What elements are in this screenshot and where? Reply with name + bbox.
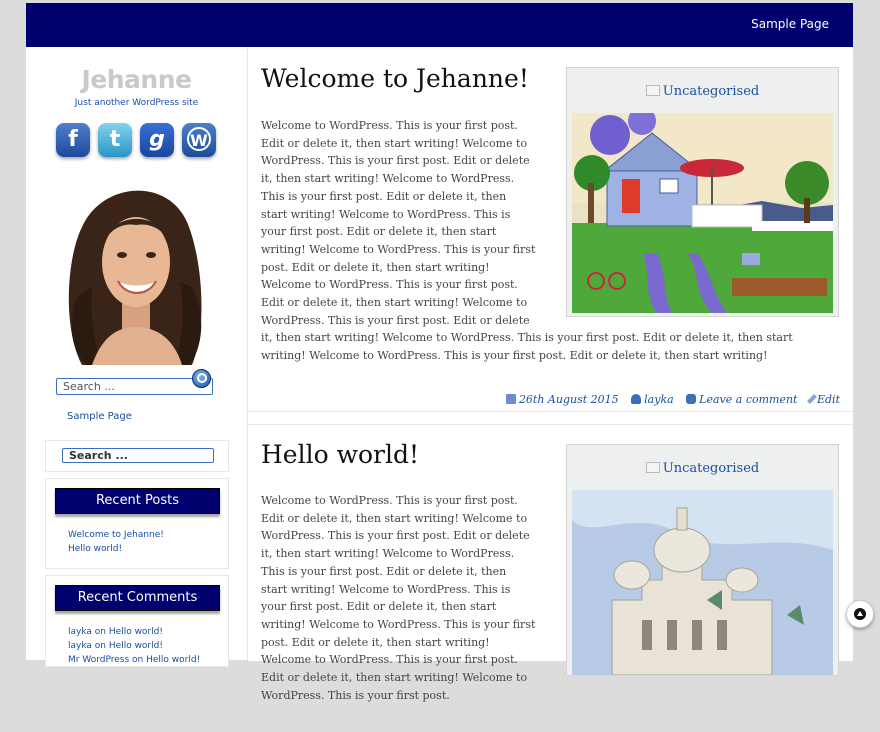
text-wrap-spacer [536,117,821,317]
comment-item: layka on Hello world! [68,625,200,639]
post-title[interactable]: Hello world! [261,440,419,469]
scroll-to-top-button[interactable] [846,600,874,628]
facebook-icon[interactable]: f [56,123,90,157]
leave-comment-link[interactable]: Leave a comment [699,393,797,406]
comment-on: on [132,655,144,665]
comment-on: on [94,627,107,637]
site-tagline: Just another WordPress site [74,98,199,108]
category-link[interactable]: Uncategorised [663,84,759,99]
post-date-link[interactable]: 26th August 2015 [519,393,619,406]
recent-post-link[interactable]: Hello world! [68,542,164,556]
google-plus-icon[interactable]: g [140,123,174,157]
comment-on: on [94,641,107,651]
sidebar-search-input[interactable]: Search ... [56,378,213,395]
pencil-icon [807,394,817,404]
comment-author-link[interactable]: Mr WordPress [68,655,129,665]
comment-post-link[interactable]: Hello world! [146,655,200,665]
post-article: Welcome to Jehanne! Uncategorised Welcom… [248,47,853,412]
category-label[interactable]: Uncategorised [567,84,838,99]
search-widget: Search ... [45,440,229,472]
calendar-icon [505,394,516,404]
wordpress-icon-letter: W [187,127,211,151]
comment-item: Mr WordPress on Hello world! [68,653,200,667]
widget-search-input[interactable]: Search ... [62,448,214,463]
recent-post-link[interactable]: Welcome to Jehanne! [68,528,164,542]
nav-link-sample-page[interactable]: Sample Page [751,17,829,31]
folder-icon [645,85,660,96]
user-icon [631,394,642,404]
recent-posts-widget: Recent Posts Welcome to Jehanne! Hello w… [45,478,229,569]
post-excerpt-text: Welcome to WordPress. This is your first… [261,494,536,702]
twitter-icon[interactable]: t [98,123,132,157]
post-article: Hello world! Uncategorised Welcome to Wo… [248,424,853,702]
site-title[interactable]: Jehanne [26,65,247,94]
top-navigation-bar: Sample Page [26,3,853,47]
category-label[interactable]: Uncategorised [567,461,838,476]
comment-item: layka on Hello world! [68,639,200,653]
recent-comments-widget: Recent Comments layka on Hello world! la… [45,575,229,667]
comment-author: layka [68,627,92,637]
search-icon[interactable] [192,369,211,388]
comment-post-link[interactable]: Hello world! [109,641,163,651]
category-link[interactable]: Uncategorised [663,461,759,476]
recent-comments-title: Recent Comments [55,585,220,611]
post-author-link[interactable]: layka [644,393,674,406]
comment-author: layka [68,641,92,651]
post-title[interactable]: Welcome to Jehanne! [261,64,529,93]
recent-posts-title: Recent Posts [55,488,220,514]
post-meta: 26th August 2015 layka Leave a comment E… [505,393,840,406]
edit-link[interactable]: Edit [817,393,840,406]
avatar-portrait [68,190,202,365]
post-excerpt: Welcome to WordPress. This is your first… [261,117,821,365]
sidebar-sample-page-link[interactable]: Sample Page [67,411,132,422]
wordpress-icon[interactable]: W [182,123,216,157]
sidebar: Jehanne Just another WordPress site f t … [26,47,248,667]
page-container: Jehanne Just another WordPress site f t … [26,47,853,702]
folder-icon [645,462,660,473]
text-wrap-spacer [536,492,821,732]
avatar [62,177,208,365]
recent-comments-list: layka on Hello world! layka on Hello wor… [68,625,200,667]
recent-posts-list: Welcome to Jehanne! Hello world! [68,528,164,556]
comment-icon [686,394,697,404]
comment-post-link[interactable]: Hello world! [109,627,163,637]
post-excerpt: Welcome to WordPress. This is your first… [261,492,821,732]
